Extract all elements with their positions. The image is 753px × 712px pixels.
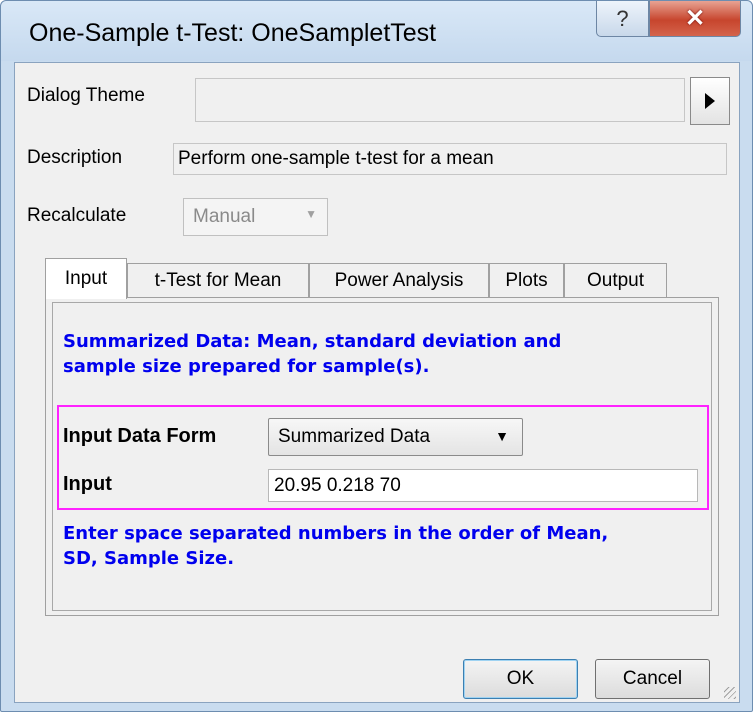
summary-info-line-2: sample size prepared for sample(s). xyxy=(63,356,430,377)
help-icon: ? xyxy=(616,5,629,31)
tab-label: Input xyxy=(64,268,108,289)
close-button[interactable]: ✕ xyxy=(649,1,741,37)
dialog-theme-menu-button[interactable] xyxy=(690,77,730,125)
help-button[interactable]: ? xyxy=(596,1,649,37)
tab-plots[interactable]: Plots xyxy=(489,263,564,297)
tab-label: Plots xyxy=(505,269,548,291)
input-label: Input xyxy=(63,473,112,495)
description-field: Perform one-sample t-test for a mean xyxy=(173,143,727,175)
description-label: Description xyxy=(27,147,123,168)
chevron-down-icon: ▼ xyxy=(495,428,509,444)
window-title: One-Sample t-Test: OneSampletTest xyxy=(29,19,437,47)
resize-grip[interactable] xyxy=(724,687,736,699)
chevron-down-icon: ▼ xyxy=(305,207,317,221)
tab-label: t-Test for Mean xyxy=(154,269,282,291)
input-hint-line-1: Enter space separated numbers in the ord… xyxy=(63,523,609,544)
cancel-button[interactable]: Cancel xyxy=(595,659,710,699)
recalculate-dropdown: Manual ▼ xyxy=(183,198,328,236)
dialog-theme-field[interactable] xyxy=(195,78,685,122)
tab-power-analysis[interactable]: Power Analysis xyxy=(309,263,489,297)
recalculate-value: Manual xyxy=(193,206,256,227)
tab-output[interactable]: Output xyxy=(564,263,667,297)
input-hint-line-2: SD, Sample Size. xyxy=(63,548,235,569)
tab-label: Output xyxy=(586,269,645,291)
dialog-theme-label: Dialog Theme xyxy=(27,85,145,106)
tab-label: Power Analysis xyxy=(334,269,464,291)
input-data-form-dropdown[interactable]: Summarized Data ▼ xyxy=(268,418,523,456)
dialog-client-area: Dialog Theme Description Perform one-sam… xyxy=(14,62,740,703)
dialog-window: One-Sample t-Test: OneSampletTest ? ✕ Di… xyxy=(0,0,753,712)
tab-input[interactable]: Input xyxy=(45,258,127,299)
summary-info-line-1: Summarized Data: Mean, standard deviatio… xyxy=(63,331,562,352)
tab-t-test-for-mean[interactable]: t-Test for Mean xyxy=(127,263,309,297)
close-icon: ✕ xyxy=(684,5,706,32)
title-bar[interactable]: One-Sample t-Test: OneSampletTest ? ✕ xyxy=(1,1,752,61)
summary-info-text: Summarized Data: Mean, standard deviatio… xyxy=(63,329,561,379)
input-hint-text: Enter space separated numbers in the ord… xyxy=(63,521,608,571)
ok-button[interactable]: OK xyxy=(463,659,578,699)
play-right-icon xyxy=(705,93,715,109)
input-data-form-label: Input Data Form xyxy=(63,425,217,447)
input-value-field[interactable]: 20.95 0.218 70 xyxy=(268,469,698,502)
recalculate-label: Recalculate xyxy=(27,205,127,226)
input-data-form-value: Summarized Data xyxy=(278,426,431,447)
